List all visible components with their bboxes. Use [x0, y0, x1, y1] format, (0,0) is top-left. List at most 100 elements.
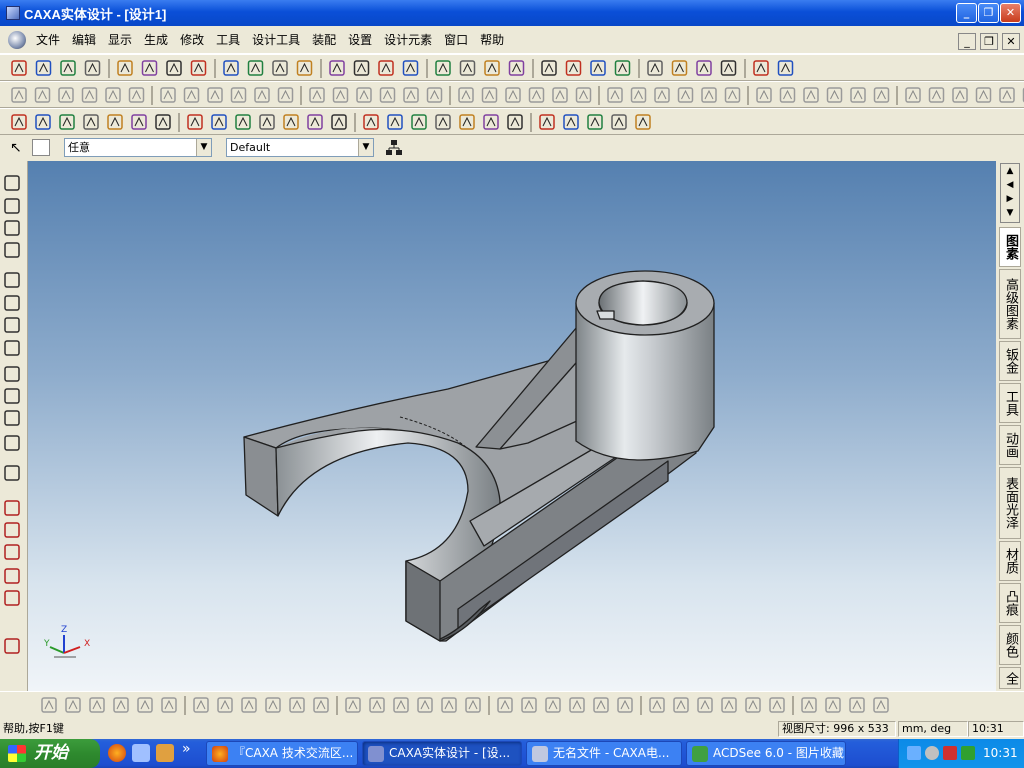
undo-icon[interactable]	[117, 60, 133, 76]
menu-assembly[interactable]: 装配	[306, 26, 342, 54]
tab-primitives[interactable]: 图素	[999, 227, 1021, 267]
menu-file[interactable]: 文件	[30, 26, 66, 54]
loft-icon[interactable]	[356, 87, 372, 103]
tab-tools[interactable]: 工具	[999, 383, 1021, 423]
task-caxa-forum[interactable]: 『CAXA 技术交流区...	[206, 741, 358, 766]
section-icon[interactable]	[4, 522, 20, 538]
table-icon[interactable]	[654, 87, 670, 103]
save-icon[interactable]	[113, 697, 129, 713]
paste-icon[interactable]	[223, 60, 239, 76]
design-toolbar-icons[interactable]	[0, 82, 1024, 109]
link-icon[interactable]	[593, 697, 609, 713]
tab-sheet-metal[interactable]: 钣金	[999, 341, 1021, 381]
cut-icon[interactable]	[928, 87, 945, 103]
find-icon[interactable]	[247, 60, 264, 76]
app-tray-icon[interactable]	[961, 746, 975, 760]
open-icon[interactable]	[60, 60, 76, 76]
select-box-icon[interactable]	[32, 139, 50, 156]
tab-scroll-buttons[interactable]: ▲ ◀ ▶ ▼	[1000, 163, 1020, 223]
section-icon[interactable]	[435, 60, 451, 76]
scale-icon[interactable]	[497, 697, 513, 713]
measure-icon[interactable]	[4, 568, 20, 584]
new-icon[interactable]	[11, 87, 27, 103]
smart-icon[interactable]	[617, 697, 633, 713]
tab-surface-finish[interactable]: 表面光泽	[999, 467, 1021, 539]
revolve-icon[interactable]	[329, 60, 345, 76]
new-drawing-icon[interactable]	[803, 87, 819, 103]
undo-icon[interactable]	[873, 87, 890, 103]
text-icon[interactable]	[387, 114, 403, 130]
extrude-icon[interactable]	[277, 87, 294, 103]
revolve-icon[interactable]	[307, 114, 323, 130]
menu-design-elements[interactable]: 设计元素	[378, 26, 438, 54]
orbit-icon[interactable]	[4, 198, 20, 214]
extrude-icon[interactable]	[296, 60, 313, 76]
view-toolbar-icons[interactable]	[0, 161, 28, 691]
grid-icon[interactable]	[635, 114, 651, 130]
section-icon[interactable]	[411, 114, 427, 130]
view-icon[interactable]	[4, 366, 20, 382]
link-icon[interactable]	[590, 60, 606, 76]
help-pointer-icon[interactable]	[289, 697, 305, 713]
media-icon[interactable]	[156, 744, 174, 762]
measure-icon[interactable]	[539, 114, 555, 130]
link-icon[interactable]	[552, 87, 568, 103]
new-icon[interactable]	[11, 60, 27, 76]
dropper-icon[interactable]	[745, 697, 761, 713]
task-caxa-electronic[interactable]: 无名文件 - CAXA电...	[526, 741, 682, 766]
pattern-icon[interactable]	[505, 87, 521, 103]
network-icon[interactable]	[132, 744, 150, 762]
copy-icon[interactable]	[183, 87, 200, 103]
pattern-icon[interactable]	[507, 114, 523, 130]
light-icon[interactable]	[777, 60, 794, 76]
pan-icon[interactable]	[4, 175, 20, 191]
loft-icon[interactable]	[378, 60, 394, 76]
zoom-window-icon[interactable]	[4, 295, 20, 311]
revolve-icon[interactable]	[309, 87, 325, 103]
undo-icon[interactable]	[137, 697, 153, 713]
paste-icon[interactable]	[975, 87, 992, 103]
save-icon[interactable]	[84, 60, 101, 76]
link-icon[interactable]	[563, 114, 579, 130]
sweep-icon[interactable]	[353, 60, 370, 76]
find-icon[interactable]	[265, 697, 281, 713]
scale-icon[interactable]	[459, 114, 475, 130]
light-icon[interactable]	[4, 410, 20, 426]
sketch-icon[interactable]	[4, 465, 20, 481]
grid-icon[interactable]	[671, 60, 688, 76]
selection-filter-dropdown[interactable]: 任意 ▼	[64, 138, 212, 157]
design-viewport[interactable]: Y Z X	[28, 161, 996, 691]
new-drawing-icon[interactable]	[849, 697, 865, 713]
select-arrow-icon[interactable]: ↖	[10, 140, 22, 156]
section-icon[interactable]	[441, 697, 457, 713]
sweep-icon[interactable]	[369, 697, 385, 713]
mirror-icon[interactable]	[508, 60, 525, 76]
cut-icon[interactable]	[193, 697, 209, 713]
new-drawing-icon[interactable]	[65, 697, 81, 713]
save-icon[interactable]	[81, 87, 98, 103]
quicklaunch-more[interactable]: »	[182, 741, 191, 757]
scale-icon[interactable]	[458, 87, 474, 103]
text-icon[interactable]	[417, 697, 433, 713]
grid-icon[interactable]	[630, 87, 647, 103]
camera-icon[interactable]	[756, 87, 772, 103]
fill-icon[interactable]	[720, 60, 737, 76]
fill-icon[interactable]	[677, 87, 694, 103]
camera-icon[interactable]	[801, 697, 817, 713]
render-icon[interactable]	[611, 114, 627, 130]
mirror-icon[interactable]	[481, 87, 498, 103]
new-icon[interactable]	[779, 87, 796, 103]
move-icon[interactable]	[426, 87, 443, 103]
undo-icon[interactable]	[107, 114, 123, 130]
menu-generate[interactable]: 生成	[138, 26, 174, 54]
doc-minimize-button[interactable]: _	[958, 33, 976, 50]
part-model[interactable]	[28, 161, 996, 691]
table-icon[interactable]	[697, 697, 713, 713]
new-drawing-icon[interactable]	[35, 60, 52, 76]
close-button[interactable]: ✕	[1000, 3, 1021, 23]
menu-view[interactable]: 显示	[102, 26, 138, 54]
find-icon[interactable]	[230, 87, 247, 103]
redo-icon[interactable]	[161, 697, 177, 713]
open-icon[interactable]	[873, 697, 889, 713]
measure-icon[interactable]	[569, 697, 585, 713]
